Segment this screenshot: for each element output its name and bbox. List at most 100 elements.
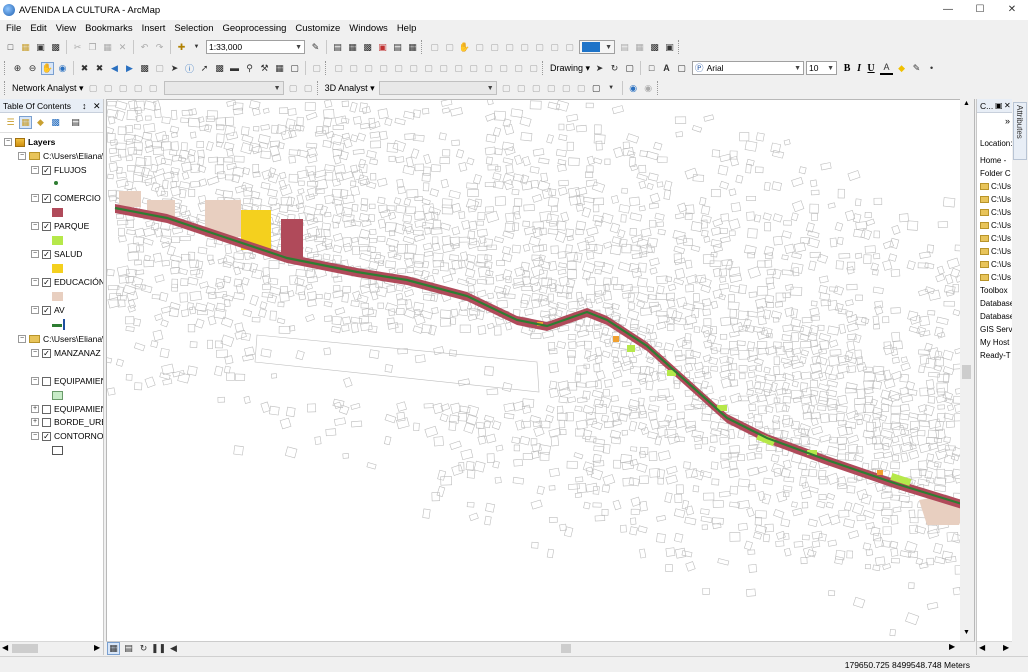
horizontal-scroll-thumb[interactable] (561, 644, 571, 653)
georef-icon[interactable]: ▢ (482, 62, 495, 75)
save-icon[interactable]: ▣ (34, 41, 47, 54)
layer-visibility-checkbox[interactable]: ✓ (42, 249, 51, 259)
go-to-xy-icon[interactable]: ▦ (273, 62, 286, 75)
cut-icon[interactable]: ✂ (71, 41, 84, 54)
profile-dropdown-icon[interactable]: ▼ (605, 82, 618, 95)
font-name-combo[interactable]: Ⓟ Arial ▼ (692, 61, 805, 75)
layout-view-icon[interactable]: ▤ (122, 642, 135, 655)
snap-end-icon[interactable]: ▢ (527, 62, 540, 75)
zoom-whole-page-icon[interactable]: ▢ (548, 41, 561, 54)
go-forward-icon[interactable]: ▶ (123, 62, 136, 75)
collapse-icon[interactable]: − (31, 166, 39, 174)
list-by-visibility-icon[interactable]: ◆ (34, 116, 47, 129)
toc-horizontal-scrollbar[interactable]: ◀ ▶ (0, 641, 103, 655)
change-layout-icon[interactable]: ▦ (633, 41, 646, 54)
underline-button[interactable]: U (865, 63, 877, 74)
network-options-icon[interactable]: ▢ (302, 82, 315, 95)
data-driven-pages-icon[interactable]: ▩ (648, 41, 661, 54)
toggle-draft-mode-icon[interactable]: ▢ (563, 41, 576, 54)
pause-drawing-icon[interactable]: ❚❚ (151, 642, 166, 655)
paste-icon[interactable]: ▦ (101, 41, 114, 54)
toc-layer-contorno[interactable]: − ✓ CONTORNO (31, 430, 103, 442)
orange-polygon[interactable] (613, 336, 619, 342)
catalog-item[interactable]: Home - (980, 154, 1006, 166)
time-slider-icon[interactable]: ▢ (288, 62, 301, 75)
zoom-percent-combo[interactable]: ▼ (579, 40, 615, 54)
rotate-icon[interactable]: ▢ (392, 62, 405, 75)
cut-polygons-icon[interactable]: ▢ (362, 62, 375, 75)
scroll-right-icon[interactable]: ▶ (94, 643, 100, 652)
steepest-path-icon[interactable]: ▢ (515, 82, 528, 95)
rectangle-icon[interactable]: □ (645, 62, 658, 75)
layer-visibility-checkbox[interactable]: ✓ (42, 348, 51, 358)
catalog-item[interactable]: C:\Us (980, 271, 1011, 283)
menu-help[interactable]: Help (397, 23, 417, 34)
directions-icon[interactable]: ▢ (287, 82, 300, 95)
model-builder-icon[interactable]: ▦ (406, 41, 419, 54)
maximize-button[interactable]: ☐ (964, 0, 996, 20)
scroll-right-icon[interactable]: ▶ (1003, 643, 1009, 652)
measure-icon[interactable]: ▬ (228, 62, 241, 75)
collapse-icon[interactable]: − (18, 152, 26, 160)
snapping-icon[interactable]: ▢ (497, 62, 510, 75)
network-dataset-combo[interactable]: ▼ (163, 81, 284, 95)
bold-button[interactable]: B (841, 63, 853, 74)
layout-zoom-out-icon[interactable]: ▢ (443, 41, 456, 54)
list-by-drawing-order-icon[interactable]: ☰ (4, 116, 17, 129)
toc-layer-educacion[interactable]: − ✓ EDUCACIÓN (31, 276, 103, 288)
map-canvas[interactable] (107, 100, 975, 642)
menu-selection[interactable]: Selection (174, 23, 213, 34)
arctoolbox-icon[interactable]: ▣ (376, 41, 389, 54)
undo-icon[interactable]: ↶ (138, 41, 151, 54)
copy-icon[interactable]: ❐ (86, 41, 99, 54)
print-icon[interactable]: ▩ (49, 41, 62, 54)
marker-color-icon[interactable]: • (925, 62, 938, 75)
sketch-icon[interactable]: ▢ (407, 62, 420, 75)
pin-icon[interactable]: ▣ (995, 99, 1003, 113)
drawing-menu[interactable]: Drawing ▾ (550, 63, 590, 74)
scroll-thumb[interactable] (962, 365, 971, 379)
profile-graph-icon[interactable]: ▢ (590, 82, 603, 95)
layer-visibility-checkbox[interactable]: ✓ (42, 165, 51, 175)
collapse-icon[interactable]: − (31, 432, 39, 440)
catalog-item[interactable]: C:\Us (980, 232, 1011, 244)
python-window-icon[interactable]: ▤ (391, 41, 404, 54)
menu-file[interactable]: File (6, 23, 21, 34)
arcglobe-icon[interactable]: ◉ (627, 82, 640, 95)
zoom-out-icon[interactable]: ⊖ (26, 62, 39, 75)
catalog-item[interactable]: Database (980, 310, 1012, 322)
3d-analyst-menu[interactable]: 3D Analyst ▾ (325, 83, 375, 94)
collapse-icon[interactable]: − (31, 250, 39, 258)
catalog-item[interactable]: Folder C (980, 167, 1011, 179)
toc-root-layers[interactable]: − Layers (4, 136, 55, 148)
identify-icon[interactable]: ⓘ (183, 62, 196, 75)
layer-visibility-checkbox[interactable] (42, 404, 51, 414)
catalog-close-icon[interactable]: ✕ (1004, 99, 1011, 113)
layer-visibility-checkbox[interactable] (42, 376, 51, 386)
collapse-icon[interactable]: − (18, 335, 26, 343)
toc-layer-comercio[interactable]: − ✓ COMERCIO (31, 192, 101, 204)
contour-icon[interactable]: ▢ (500, 82, 513, 95)
toc-layer-salud[interactable]: − ✓ SALUD (31, 248, 82, 260)
pin-icon[interactable]: ↕ (82, 99, 87, 113)
menu-view[interactable]: View (56, 23, 76, 34)
create-viewer-icon[interactable]: ▢ (310, 62, 323, 75)
menu-insert[interactable]: Insert (142, 23, 166, 34)
scroll-left-icon[interactable]: ◀ (167, 642, 180, 655)
attributes-icon[interactable]: ▢ (437, 62, 450, 75)
orange-polygon[interactable] (877, 470, 883, 475)
new-text-icon[interactable]: A (660, 62, 673, 75)
collapse-icon[interactable]: − (4, 138, 12, 146)
add-data-icon[interactable]: ✚ (175, 41, 188, 54)
educacion-polygon[interactable] (119, 191, 141, 207)
scroll-thumb[interactable] (12, 644, 38, 653)
scroll-up-icon[interactable]: ▲ (963, 100, 970, 107)
scroll-left-icon[interactable]: ◀ (2, 643, 8, 652)
refresh-view-icon[interactable]: ↻ (137, 642, 150, 655)
catalog-item[interactable]: C:\Us (980, 193, 1011, 205)
toc-layer-manzanaz[interactable]: − ✓ MANZANAZ (31, 347, 101, 359)
toc-options-icon[interactable]: ▤ (69, 116, 82, 129)
hyperlink-icon[interactable]: ➚ (198, 62, 211, 75)
minimize-button[interactable]: — (932, 0, 964, 20)
build-network-icon[interactable]: ▢ (147, 82, 160, 95)
